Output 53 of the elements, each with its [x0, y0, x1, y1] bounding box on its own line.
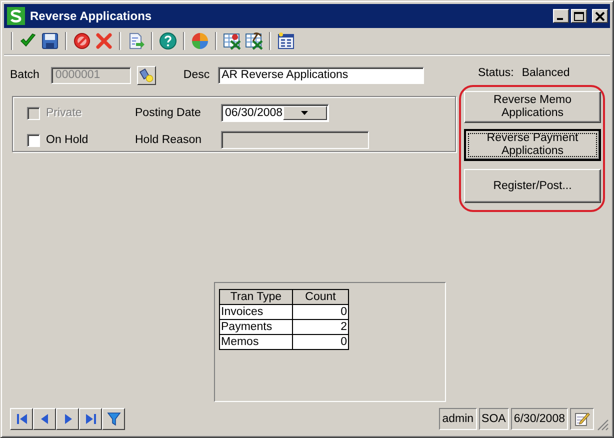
- window-title: Reverse Applications: [30, 9, 153, 23]
- prohibition-icon[interactable]: [73, 32, 91, 50]
- grid-pickaxe-icon[interactable]: [245, 32, 263, 50]
- desc-field[interactable]: AR Reverse Applications: [218, 66, 424, 84]
- table-cell: Invoices: [220, 304, 292, 320]
- dropdown-arrow-icon[interactable]: [301, 111, 308, 115]
- next-record-button[interactable]: [56, 408, 79, 430]
- status-pane: SOA: [478, 408, 509, 430]
- checkbox-label: Private: [46, 107, 82, 119]
- help-icon[interactable]: [159, 32, 177, 50]
- table-cell: 0: [292, 334, 348, 350]
- minimize-button[interactable]: [553, 9, 569, 23]
- last-record-icon: [84, 412, 98, 426]
- document-arrow-icon[interactable]: [127, 32, 145, 50]
- delete-x-icon[interactable]: [95, 32, 113, 50]
- checkbox[interactable]: [27, 134, 40, 146]
- batch-label: Batch: [10, 69, 40, 81]
- close-icon: [595, 12, 605, 20]
- desc-label: Desc: [183, 69, 210, 81]
- action-button[interactable]: Register/Post...: [464, 169, 601, 203]
- first-record-button[interactable]: [10, 408, 33, 430]
- app-logo-icon: [7, 7, 25, 25]
- previous-record-button[interactable]: [33, 408, 56, 430]
- status-value: Balanced: [522, 67, 570, 81]
- close-button[interactable]: [592, 9, 608, 23]
- filter-button[interactable]: [102, 408, 125, 430]
- maximize-icon: [574, 12, 584, 20]
- action-button[interactable]: Reverse Memo Applications: [464, 91, 601, 123]
- status-label: Status:: [478, 67, 514, 81]
- posting-date-label: Posting Date: [135, 107, 202, 119]
- posting-date-dropdown[interactable]: 06/30/2008: [221, 104, 329, 122]
- grid-x-icon[interactable]: [223, 32, 241, 50]
- column-header: Count: [292, 290, 348, 304]
- flashlight-icon: [139, 68, 154, 82]
- lookup-button[interactable]: [137, 66, 156, 84]
- column-header: Tran Type: [220, 290, 292, 304]
- status-pane: admin: [439, 408, 477, 430]
- form-window-icon[interactable]: [277, 32, 295, 50]
- resize-grip-icon: [597, 419, 609, 431]
- table-cell: 0: [292, 304, 348, 320]
- checkbox-label: On Hold: [46, 134, 88, 146]
- colored-ball-icon[interactable]: [191, 32, 209, 50]
- hold-reason-label: Hold Reason: [135, 134, 202, 146]
- table-cell: 2: [292, 320, 348, 334]
- table-cell: Memos: [220, 334, 292, 350]
- table-cell: Payments: [220, 320, 292, 334]
- notepad-pencil-icon[interactable]: [574, 411, 590, 427]
- first-record-icon: [14, 412, 28, 426]
- status-pane: 6/30/2008: [510, 408, 568, 430]
- maximize-button[interactable]: [571, 9, 587, 23]
- action-button[interactable]: Reverse Payment Applications: [464, 129, 601, 161]
- filter-icon: [106, 412, 120, 426]
- last-record-button[interactable]: [79, 408, 102, 430]
